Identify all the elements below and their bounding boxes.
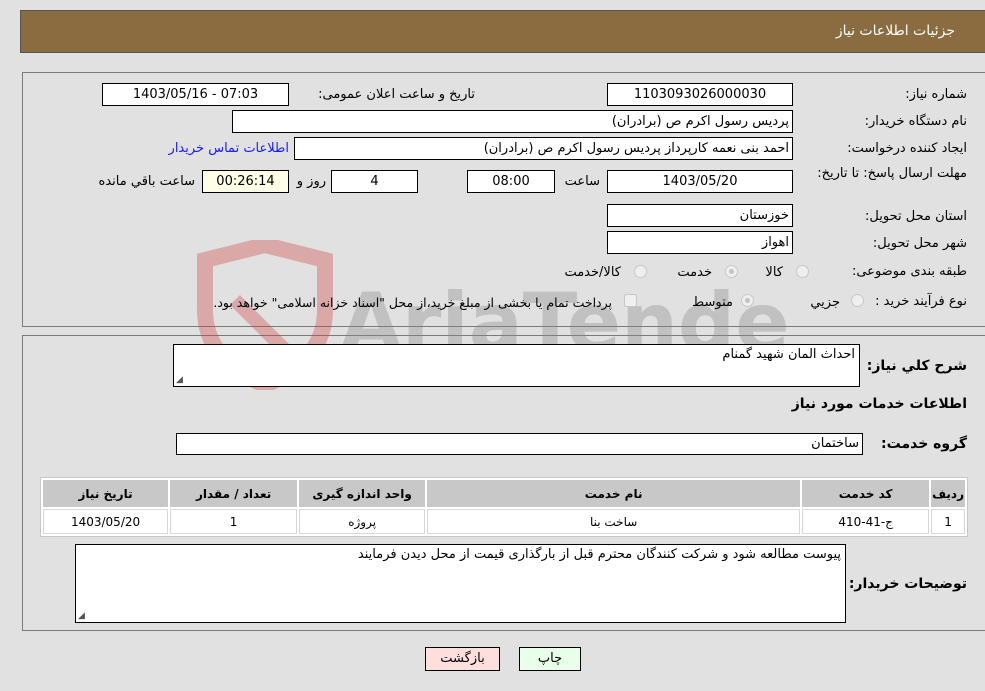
category-option-goods: کالا: [765, 265, 783, 280]
resize-grip-icon[interactable]: ◢: [78, 611, 85, 621]
requester-label: ایجاد کننده درخواست:: [847, 141, 967, 156]
cell-unit: پروژه: [299, 509, 426, 534]
buyer-notes-label: توضیحات خریدار:: [848, 576, 967, 592]
province-label: استان محل تحویل:: [865, 209, 967, 224]
col-header-row-number: ردیف: [931, 480, 965, 507]
buyer-org-field: پردیس رسول اکرم ص (برادران): [232, 110, 793, 133]
treasury-note: پرداخت تمام یا بخشی از مبلغ خرید،از محل …: [213, 295, 612, 310]
category-option-service: خدمت: [677, 265, 712, 280]
treasury-checkbox[interactable]: [624, 294, 637, 307]
col-header-quantity: تعداد / مقدار: [170, 480, 298, 507]
resize-grip-icon[interactable]: ◢: [176, 375, 183, 385]
need-number-label: شماره نیاز:: [905, 87, 967, 102]
col-header-unit: واحد اندازه گیری: [299, 480, 426, 507]
description-textarea[interactable]: احداث المان شهید گمنام ◢: [173, 344, 860, 387]
services-section-title: اطلاعات خدمات مورد نياز: [791, 396, 967, 412]
buyer-notes-text: پیوست مطالعه شود و شرکت کنندگان محترم قب…: [357, 547, 841, 562]
cell-service-code: ج-41-410: [802, 509, 930, 534]
buyer-notes-textarea[interactable]: پیوست مطالعه شود و شرکت کنندگان محترم قب…: [75, 544, 846, 623]
back-button[interactable]: بازگشت: [425, 647, 500, 671]
page-title: جزئیات اطلاعات نیاز: [835, 23, 955, 39]
cell-quantity: 1: [170, 509, 298, 534]
remaining-time-label: ساعت باقي مانده: [98, 174, 195, 189]
description-label: شرح کلي نياز:: [866, 358, 967, 374]
col-header-service-name: نام خدمت: [427, 480, 801, 507]
category-radio-goods[interactable]: [796, 265, 809, 278]
deadline-label: مهلت ارسال پاسخ: تا تاریخ:: [817, 166, 967, 181]
deadline-date-field: 1403/05/20: [607, 170, 793, 193]
category-radio-goods-service[interactable]: [634, 265, 647, 278]
table-row: 1 ج-41-410 ساخت بنا پروژه 1 1403/05/20: [43, 509, 965, 534]
process-option-medium: متوسط: [692, 295, 733, 310]
days-remaining-field: 4: [331, 170, 418, 193]
deadline-time-field: 08:00: [467, 170, 555, 193]
cell-service-name: ساخت بنا: [427, 509, 801, 534]
province-field: خوزستان: [607, 204, 793, 227]
category-label: طبقه بندی موضوعی:: [851, 264, 967, 279]
category-radio-service[interactable]: [725, 265, 738, 278]
cell-need-date: 1403/05/20: [43, 509, 169, 534]
service-group-label: گروه خدمت:: [881, 436, 967, 452]
description-text: احداث المان شهید گمنام: [722, 347, 855, 362]
print-button[interactable]: چاپ: [519, 647, 581, 671]
purchase-process-label: نوع فرآیند خرید :: [875, 294, 967, 309]
city-field: اهواز: [607, 231, 793, 254]
need-number-field: 1103093026000030: [607, 83, 793, 106]
days-label: روز و: [296, 174, 326, 189]
category-option-goods-service: کالا/خدمت: [564, 265, 621, 280]
process-option-minor: جزيي: [810, 295, 840, 310]
deadline-time-label: ساعت: [564, 174, 600, 189]
services-table: ردیف کد خدمت نام خدمت واحد اندازه گیری ت…: [40, 477, 968, 537]
buyer-contact-link[interactable]: اطلاعات تماس خریدار: [169, 141, 289, 156]
announce-datetime-field: 1403/05/16 - 07:03: [102, 83, 289, 106]
cell-row-number: 1: [931, 509, 965, 534]
col-header-service-code: کد خدمت: [802, 480, 930, 507]
service-group-field: ساختمان: [176, 433, 863, 455]
buyer-org-label: نام دستگاه خریدار:: [864, 114, 967, 129]
process-radio-medium[interactable]: [741, 294, 754, 307]
city-label: شهر محل تحویل:: [872, 236, 967, 251]
process-radio-minor[interactable]: [851, 294, 864, 307]
table-header-row: ردیف کد خدمت نام خدمت واحد اندازه گیری ت…: [43, 480, 965, 507]
requester-field: احمد بنی نعمه کارپرداز پردیس رسول اکرم ص…: [294, 137, 793, 160]
page-header: جزئیات اطلاعات نیاز: [20, 10, 985, 53]
col-header-need-date: تاریخ نیاز: [43, 480, 169, 507]
remaining-time-field: 00:26:14: [202, 170, 289, 193]
announce-datetime-label: تاریخ و ساعت اعلان عمومی:: [318, 87, 475, 102]
